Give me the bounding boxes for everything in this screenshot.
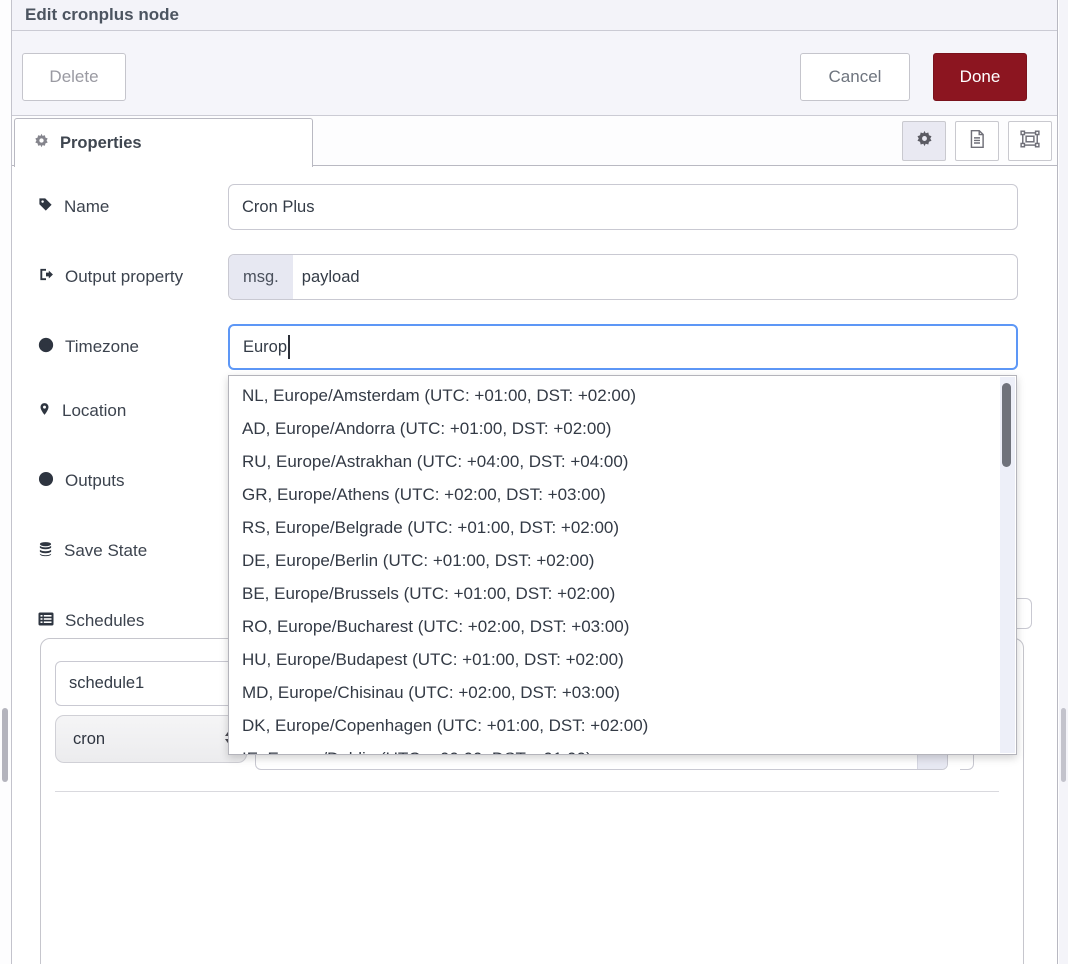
gear-icon xyxy=(34,133,49,153)
output-property-field[interactable]: msg. payload xyxy=(228,254,1018,300)
output-property-label: Output property xyxy=(38,267,228,287)
left-scrollbar-thumb[interactable] xyxy=(2,708,8,782)
name-row: Name Cron Plus xyxy=(38,184,1018,230)
dropdown-item[interactable]: AD, Europe/Andorra (UTC: +01:00, DST: +0… xyxy=(229,412,1016,445)
left-scrollbar-track xyxy=(0,0,12,964)
dialog-title: Edit cronplus node xyxy=(12,0,1057,31)
location-label: Location xyxy=(38,401,228,422)
dot-circle-icon xyxy=(38,471,54,492)
dropdown-item[interactable]: HU, Europe/Budapest (UTC: +01:00, DST: +… xyxy=(229,643,1016,676)
msg-prefix[interactable]: msg. xyxy=(229,255,293,299)
right-scrollbar-track xyxy=(1059,0,1068,964)
dropdown-item[interactable]: NL, Europe/Amsterdam (UTC: +01:00, DST: … xyxy=(229,379,1016,412)
dropdown-scrollbar-thumb[interactable] xyxy=(1002,383,1011,467)
list-alt-icon xyxy=(38,611,54,631)
edit-node-tray: Edit cronplus node Delete Cancel Done Pr… xyxy=(12,0,1058,964)
dropdown-item[interactable]: RU, Europe/Astrakhan (UTC: +04:00, DST: … xyxy=(229,445,1016,478)
node-description-button[interactable] xyxy=(955,121,999,161)
database-icon xyxy=(38,541,53,562)
dropdown-scrollbar-track[interactable] xyxy=(1000,377,1015,753)
globe-icon xyxy=(38,337,54,358)
cancel-button[interactable]: Cancel xyxy=(800,53,910,101)
dropdown-item[interactable]: GR, Europe/Athens (UTC: +02:00, DST: +03… xyxy=(229,478,1016,511)
right-scrollbar-thumb[interactable] xyxy=(1061,708,1066,782)
node-appearance-button[interactable] xyxy=(1008,121,1052,161)
map-marker-icon xyxy=(38,401,51,422)
save-state-label: Save State xyxy=(38,541,228,562)
tab-bar: Properties xyxy=(12,116,1057,166)
dialog-toolbar: Delete Cancel Done xyxy=(12,31,1057,116)
tag-icon xyxy=(38,197,53,217)
done-button[interactable]: Done xyxy=(933,53,1027,101)
dropdown-item[interactable]: IE, Europe/Dublin (UTC: +00:00, DST: +01… xyxy=(229,742,1016,755)
dropdown-item[interactable]: RS, Europe/Belgrade (UTC: +01:00, DST: +… xyxy=(229,511,1016,544)
schedule-type-select[interactable]: cron xyxy=(55,715,247,763)
timezone-dropdown: NL, Europe/Amsterdam (UTC: +01:00, DST: … xyxy=(228,375,1017,755)
schedules-label: Schedules xyxy=(38,611,228,631)
node-settings-button[interactable] xyxy=(902,121,946,161)
dropdown-item[interactable]: MD, Europe/Chisinau (UTC: +02:00, DST: +… xyxy=(229,676,1016,709)
timezone-label: Timezone xyxy=(38,337,228,358)
timezone-field[interactable]: Europ xyxy=(228,324,1018,370)
gear-icon xyxy=(916,130,933,152)
document-icon xyxy=(968,129,986,154)
tab-properties-label: Properties xyxy=(60,134,142,153)
schedule-divider xyxy=(55,791,999,792)
dropdown-item[interactable]: DK, Europe/Copenhagen (UTC: +01:00, DST:… xyxy=(229,709,1016,742)
outputs-label: Outputs xyxy=(38,471,228,492)
name-field[interactable]: Cron Plus xyxy=(228,184,1018,230)
delete-button[interactable]: Delete xyxy=(22,53,126,101)
dropdown-item[interactable]: RO, Europe/Bucharest (UTC: +02:00, DST: … xyxy=(229,610,1016,643)
name-label: Name xyxy=(38,197,228,217)
output-property-row: Output property msg. payload xyxy=(38,254,1018,300)
text-cursor xyxy=(288,335,290,359)
timezone-row: Timezone Europ xyxy=(38,324,1018,370)
object-group-icon xyxy=(1020,130,1040,153)
tab-properties[interactable]: Properties xyxy=(14,118,313,167)
dropdown-item[interactable]: BE, Europe/Brussels (UTC: +01:00, DST: +… xyxy=(229,577,1016,610)
dropdown-item[interactable]: DE, Europe/Berlin (UTC: +01:00, DST: +02… xyxy=(229,544,1016,577)
sign-out-icon xyxy=(38,267,54,287)
